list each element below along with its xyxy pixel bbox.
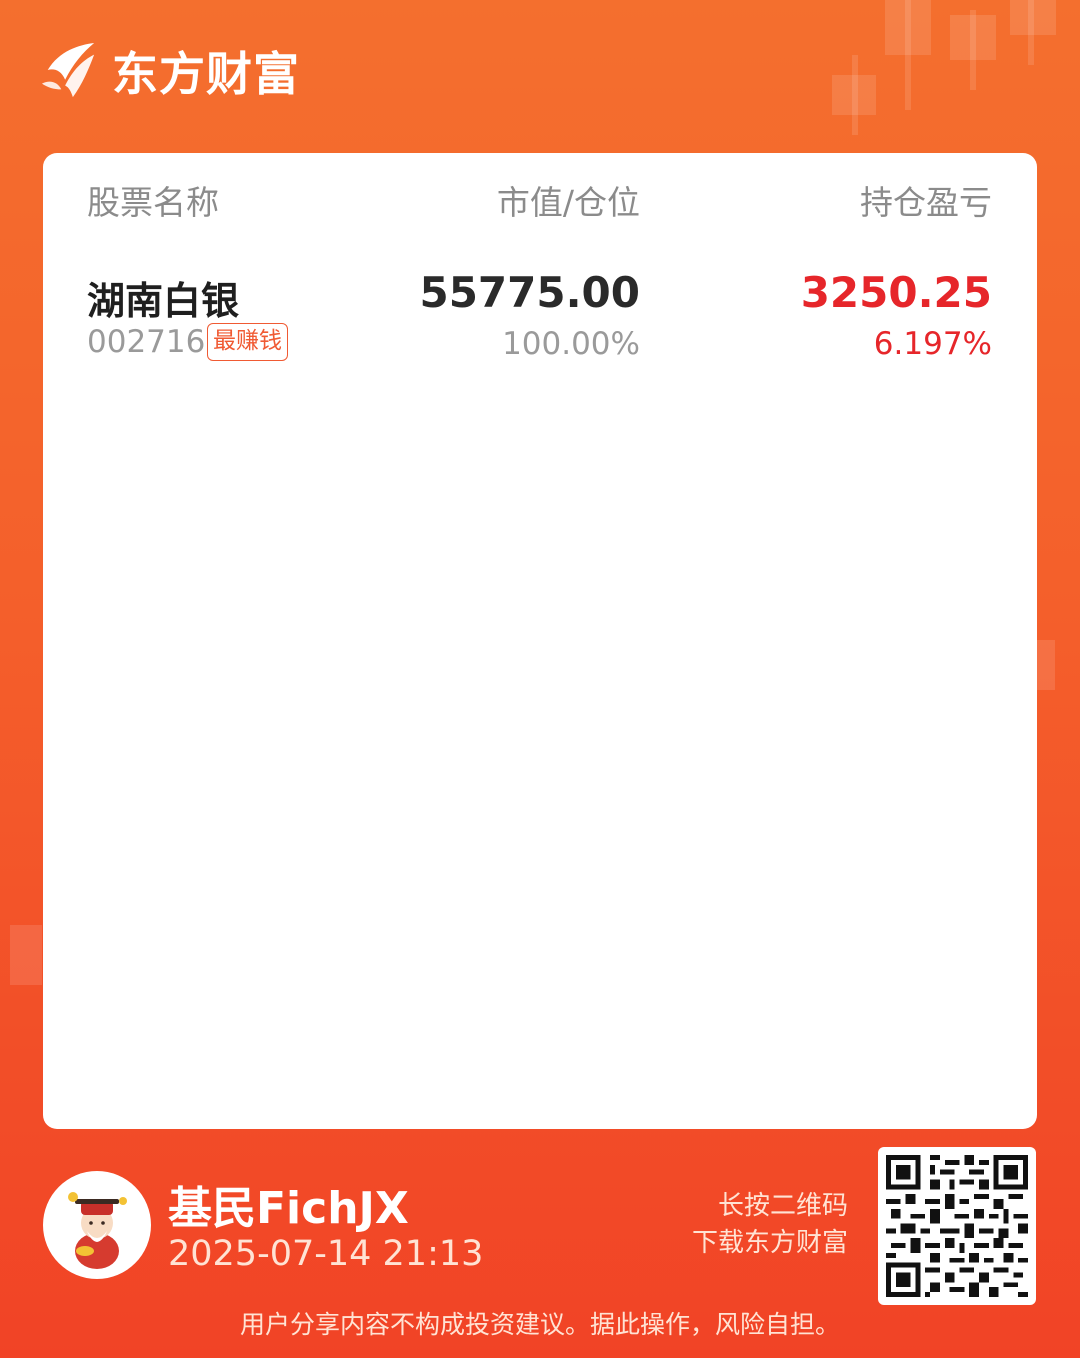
avatar — [43, 1171, 151, 1279]
brand-logo: 东方财富 — [40, 38, 300, 104]
username: 基民FichJX — [168, 1183, 409, 1234]
stock-name: 湖南白银 — [87, 279, 240, 323]
fortune-god-avatar-icon — [68, 1192, 127, 1269]
profit-loss-amount: 3250.25 — [800, 268, 992, 317]
column-header-name: 股票名称 — [87, 183, 219, 222]
bg-candle-wick — [852, 55, 858, 135]
profit-loss-percent: 6.197% — [873, 326, 992, 362]
qr-hint-line2: 下载东方财富 — [691, 1228, 848, 1258]
column-header-value: 市值/仓位 — [496, 183, 640, 222]
bg-candle — [10, 925, 42, 985]
bg-candle-wick — [1028, 0, 1034, 65]
brand-name: 东方财富 — [112, 47, 300, 101]
bg-candle-wick — [970, 10, 976, 90]
brand-leaf-icon — [41, 42, 95, 98]
qr-hint: 长按二维码 下载东方财富 — [692, 1188, 848, 1262]
bg-candle-wick — [905, 0, 911, 110]
qr-hint-line1: 长按二维码 — [717, 1191, 848, 1221]
share-datetime: 2025-07-14 21:13 — [168, 1234, 484, 1274]
stock-code: 002716 — [87, 324, 206, 360]
column-header-profit-loss: 持仓盈亏 — [860, 183, 992, 222]
download-qr-code[interactable] — [878, 1147, 1036, 1305]
bg-candle — [1037, 640, 1055, 690]
qr-code-icon — [886, 1155, 1028, 1297]
market-value: 55775.00 — [419, 268, 640, 317]
disclaimer: 用户分享内容不构成投资建议。据此操作，风险自担。 — [239, 1310, 840, 1339]
top-earner-badge: 最赚钱 — [207, 323, 288, 361]
position-ratio: 100.00% — [502, 326, 640, 362]
